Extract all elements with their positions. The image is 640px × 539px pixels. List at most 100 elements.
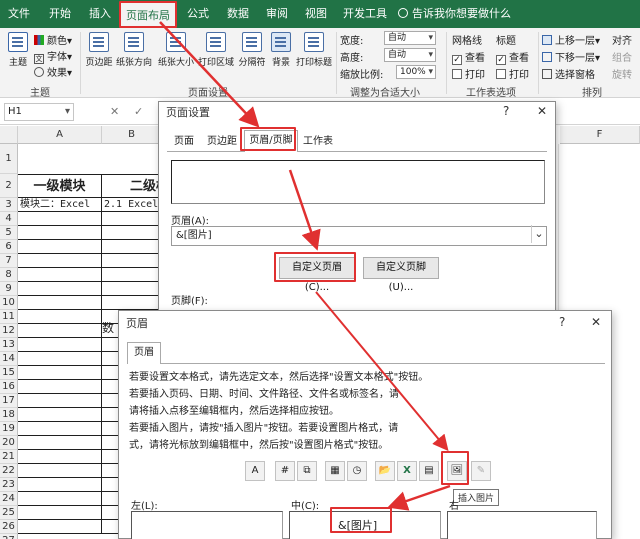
page-count-icon[interactable]: ⧉: [297, 461, 317, 481]
table-cell[interactable]: [18, 436, 102, 450]
cell-b3[interactable]: 2.1 Excel: [102, 198, 162, 212]
headings-view-checkbox[interactable]: 查看: [496, 49, 529, 65]
header-select[interactable]: &[图片]: [171, 225, 547, 246]
file-name-icon[interactable]: X: [397, 461, 417, 481]
tab-sheet[interactable]: 工作表: [301, 132, 335, 152]
format-picture-icon[interactable]: ✎: [471, 461, 491, 481]
row-header[interactable]: 17: [0, 394, 18, 408]
table-cell[interactable]: [18, 394, 102, 408]
table-cell[interactable]: [18, 506, 102, 520]
tab-insert[interactable]: 插入: [80, 0, 120, 28]
table-cell[interactable]: [18, 422, 102, 436]
group-button[interactable]: 组合: [612, 49, 632, 64]
table-cell[interactable]: [102, 240, 162, 254]
table-cell[interactable]: [18, 520, 102, 534]
row-header[interactable]: 7: [0, 254, 18, 268]
row-header[interactable]: 20: [0, 436, 18, 450]
gridlines-view-checkbox[interactable]: 查看: [452, 49, 485, 65]
table-cell[interactable]: [18, 296, 102, 310]
tab-view[interactable]: 视图: [296, 0, 336, 28]
tab-header-footer[interactable]: 页眉/页脚: [244, 130, 298, 152]
row-header[interactable]: 9: [0, 282, 18, 296]
file-path-icon[interactable]: 📂: [375, 461, 395, 481]
align-button[interactable]: 对齐: [612, 32, 632, 47]
row-header[interactable]: 11: [0, 310, 18, 324]
breaks-button[interactable]: 分隔符: [236, 32, 268, 68]
table-cell[interactable]: [102, 268, 162, 282]
table-cell[interactable]: [18, 338, 102, 352]
sheet-name-icon[interactable]: ▤: [419, 461, 439, 481]
tab-review[interactable]: 审阅: [257, 0, 297, 28]
row-header[interactable]: 5: [0, 226, 18, 240]
tab-page-layout[interactable]: 页面布局: [121, 3, 175, 28]
tab-data[interactable]: 数据: [218, 0, 258, 28]
table-cell[interactable]: [18, 464, 102, 478]
tab-header[interactable]: 页眉: [127, 342, 161, 364]
print-titles-button[interactable]: 打印标题: [296, 32, 332, 68]
tab-margins[interactable]: 页边距: [203, 132, 241, 152]
selection-pane-button[interactable]: 选择窗格: [542, 66, 595, 81]
table-cell[interactable]: [18, 226, 102, 240]
page-number-icon[interactable]: #: [275, 461, 295, 481]
row-header[interactable]: 6: [0, 240, 18, 254]
tab-home[interactable]: 开始: [40, 0, 80, 28]
table-cell[interactable]: [102, 282, 162, 296]
theme-button[interactable]: 主题: [3, 32, 33, 68]
tab-file[interactable]: 文件: [0, 0, 38, 28]
column-header-f[interactable]: F: [560, 126, 640, 144]
row-header[interactable]: 15: [0, 366, 18, 380]
tab-formulas[interactable]: 公式: [178, 0, 218, 28]
cancel-icon[interactable]: ✕: [110, 105, 119, 118]
table-cell[interactable]: [18, 240, 102, 254]
date-icon[interactable]: ▦: [325, 461, 345, 481]
table-cell[interactable]: [102, 212, 162, 226]
format-text-icon[interactable]: A: [245, 461, 265, 481]
row-header[interactable]: 13: [0, 338, 18, 352]
column-header-b[interactable]: B: [102, 126, 162, 144]
cell-b2[interactable]: 二级模: [102, 174, 162, 198]
table-cell[interactable]: [18, 450, 102, 464]
table-cell[interactable]: [18, 408, 102, 422]
tab-page[interactable]: 页面: [169, 132, 199, 152]
effects-button[interactable]: 效果▾: [34, 64, 72, 79]
table-cell[interactable]: [18, 282, 102, 296]
center-section-input[interactable]: &[图片]: [289, 511, 441, 539]
row-header[interactable]: 24: [0, 492, 18, 506]
margins-button[interactable]: 页边距: [84, 32, 114, 68]
table-cell[interactable]: [18, 478, 102, 492]
row-header[interactable]: 12: [0, 324, 18, 338]
print-area-button[interactable]: 打印区域: [196, 32, 236, 68]
rotate-button[interactable]: 旋转: [612, 66, 632, 81]
select-all-corner[interactable]: [0, 126, 18, 144]
row-header[interactable]: 2: [0, 174, 18, 198]
row-header[interactable]: 23: [0, 478, 18, 492]
bring-forward-button[interactable]: 上移一层▾: [542, 32, 600, 47]
column-header-a[interactable]: A: [18, 126, 102, 144]
cell-a2[interactable]: 一级模块: [18, 174, 102, 198]
table-cell[interactable]: [18, 254, 102, 268]
table-cell[interactable]: [102, 254, 162, 268]
row-header[interactable]: 19: [0, 422, 18, 436]
table-cell[interactable]: [18, 492, 102, 506]
colors-button[interactable]: 颜色▾: [34, 32, 72, 47]
cell-a3[interactable]: 模块二：Excel: [18, 198, 102, 212]
send-backward-button[interactable]: 下移一层▾: [542, 49, 600, 64]
table-cell[interactable]: [102, 296, 162, 310]
custom-header-button[interactable]: 自定义页眉(C)...: [279, 257, 355, 293]
insert-picture-icon[interactable]: 🖼: [447, 461, 467, 481]
help-icon[interactable]: ?: [559, 315, 565, 329]
table-cell[interactable]: [18, 366, 102, 380]
table-cell[interactable]: [18, 352, 102, 366]
table-cell[interactable]: [18, 310, 102, 324]
row-header[interactable]: 18: [0, 408, 18, 422]
table-cell[interactable]: [18, 324, 102, 338]
help-icon[interactable]: ?: [503, 104, 509, 118]
background-button[interactable]: 背景: [266, 32, 296, 68]
size-button[interactable]: 纸张大小: [156, 32, 196, 68]
gridlines-print-checkbox[interactable]: 打印: [452, 66, 485, 81]
close-icon[interactable]: ✕: [537, 104, 547, 118]
table-cell[interactable]: [18, 268, 102, 282]
row-header[interactable]: 3: [0, 198, 18, 212]
row-header[interactable]: 4: [0, 212, 18, 226]
row-header[interactable]: 26: [0, 520, 18, 534]
